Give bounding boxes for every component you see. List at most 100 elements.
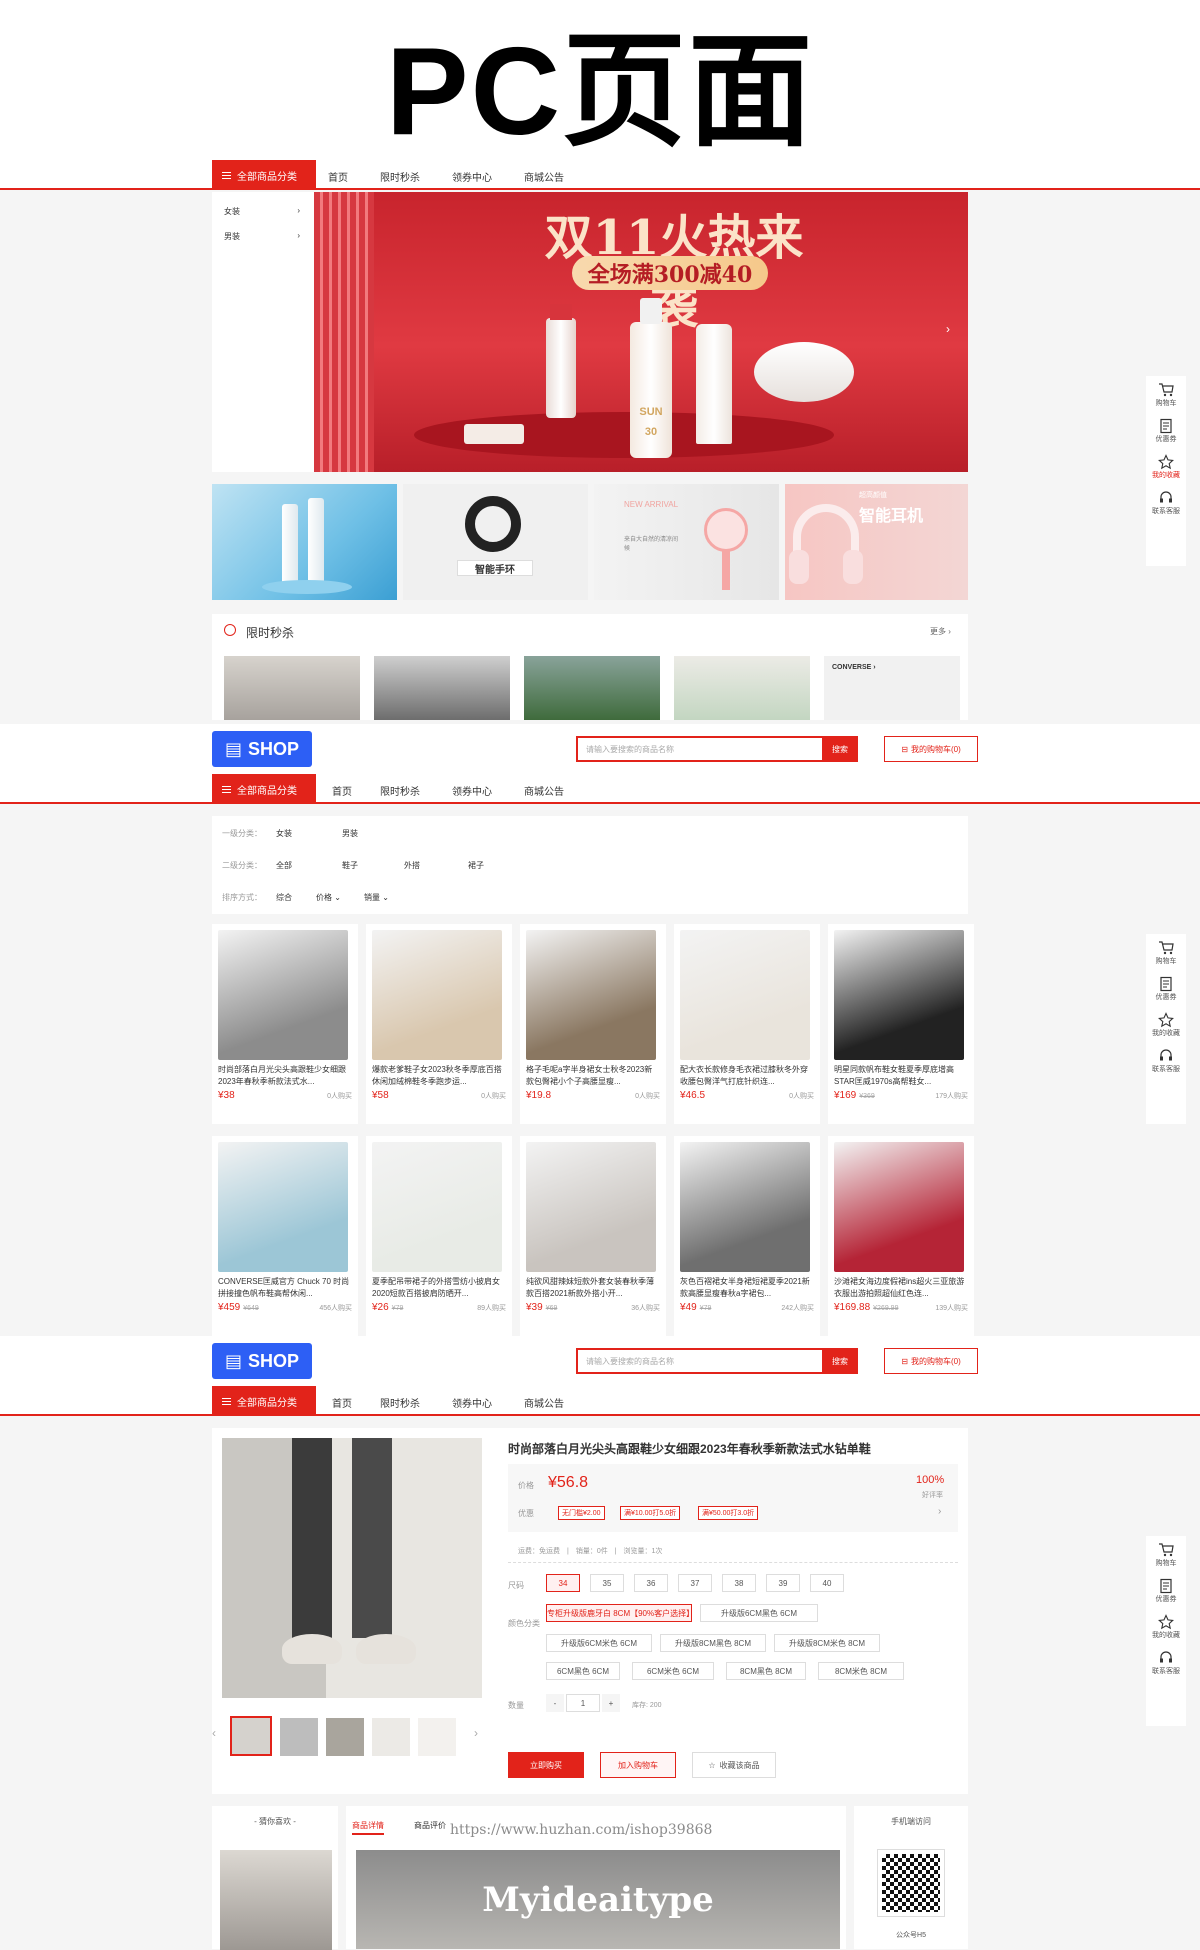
buy-now-button[interactable]: 立即购买	[508, 1752, 584, 1778]
sort-sales[interactable]: 销量 ⌄	[364, 892, 389, 903]
product-image[interactable]	[218, 1142, 348, 1272]
product-card[interactable]: 沙滩裙女海边度假裙ins超火三亚旅游衣服出游拍照超仙红色连... ¥169.88 ¥…	[828, 1136, 974, 1336]
product-name[interactable]: 纯欲风甜辣妹短款外套女装春秋季薄款百搭2021新款外搭小开...	[526, 1276, 660, 1300]
favorite-product-button[interactable]: ☆ 收藏该商品	[692, 1752, 776, 1778]
sidebar-favorites[interactable]: 我的收藏	[1152, 454, 1180, 480]
filter-women[interactable]: 女装	[276, 828, 292, 839]
product-image[interactable]	[526, 1142, 656, 1272]
thumbnail[interactable]	[280, 1718, 318, 1756]
product-image[interactable]	[834, 1142, 964, 1272]
nav-announcements[interactable]: 商城公告	[524, 1395, 564, 1410]
sort-price[interactable]: 价格 ⌄	[316, 892, 341, 903]
flash-item-image[interactable]	[524, 656, 660, 720]
sidebar-cart[interactable]: 购物车	[1156, 382, 1177, 408]
product-image[interactable]	[834, 930, 964, 1060]
thumbnail-selected[interactable]	[230, 1716, 272, 1756]
size-option[interactable]: 37	[678, 1574, 712, 1592]
sidebar-coupon[interactable]: 优惠券	[1156, 1578, 1177, 1604]
color-option[interactable]: 6CM黑色 6CM	[546, 1662, 620, 1680]
color-option[interactable]: 升级版6CM米色 6CM	[546, 1634, 652, 1652]
nav-home[interactable]: 首页	[332, 783, 352, 798]
chevron-right-icon[interactable]: ›	[938, 1506, 941, 1517]
flash-item-image[interactable]: CONVERSE ›	[824, 656, 960, 720]
sidebar-cart[interactable]: 购物车	[1156, 940, 1177, 966]
nav-coupon-center[interactable]: 领券中心	[452, 783, 492, 798]
flash-item-image[interactable]	[674, 656, 810, 720]
coupon-tag[interactable]: 满¥50.00打3.0折	[698, 1506, 759, 1520]
promo-card-fan[interactable]: NEW ARRIVAL 来自大自然的清凉间候	[594, 484, 779, 600]
category-item-women[interactable]: 女装 ›	[212, 192, 314, 217]
coupon-tag[interactable]: 满¥10.00打5.0折	[620, 1506, 681, 1520]
sidebar-coupon[interactable]: 优惠券	[1156, 418, 1177, 444]
color-option[interactable]: 8CM黑色 8CM	[726, 1662, 806, 1680]
color-option[interactable]: 8CM米色 8CM	[818, 1662, 904, 1680]
size-option[interactable]: 36	[634, 1574, 668, 1592]
sidebar-favorites[interactable]: 我的收藏	[1152, 1012, 1180, 1038]
filter-shoes[interactable]: 鞋子	[342, 860, 358, 871]
size-option[interactable]: 35	[590, 1574, 624, 1592]
qty-decrease-button[interactable]: -	[546, 1694, 564, 1712]
coupon-tag[interactable]: 无门槛¥2.00	[558, 1506, 605, 1520]
size-option[interactable]: 34	[546, 1574, 580, 1592]
thumbnail[interactable]	[418, 1718, 456, 1756]
category-item-men[interactable]: 男装 ›	[212, 217, 314, 242]
color-option[interactable]: 升级版8CM米色 8CM	[774, 1634, 880, 1652]
search-button[interactable]: 搜索	[822, 1348, 858, 1374]
product-card[interactable]: 明星同款帆布鞋女鞋夏季厚底增高STAR匡威1970s高帮鞋女... ¥169 ¥36…	[828, 924, 974, 1124]
filter-men[interactable]: 男装	[342, 828, 358, 839]
filter-skirts[interactable]: 裙子	[468, 860, 484, 871]
qty-input[interactable]: 1	[566, 1694, 600, 1712]
nav-flash-sale[interactable]: 限时秒杀	[380, 1395, 420, 1410]
thumb-next-arrow[interactable]: ›	[474, 1726, 478, 1740]
nav-flash-sale[interactable]: 限时秒杀	[380, 783, 420, 798]
filter-all[interactable]: 全部	[276, 860, 292, 871]
nav-home[interactable]: 首页	[328, 169, 348, 184]
product-name[interactable]: 配大衣长款修身毛衣裙过膝秋冬外穿收腰包臀洋气打底针织连...	[680, 1064, 814, 1088]
all-categories-button[interactable]: 全部商品分类	[212, 1386, 316, 1416]
my-cart-button[interactable]: ⊟ 我的购物车(0)	[884, 1348, 978, 1374]
flash-item-image[interactable]	[224, 656, 360, 720]
all-categories-button[interactable]: 全部商品分类	[212, 774, 316, 804]
promo-card-skincare[interactable]	[212, 484, 397, 600]
shop-logo[interactable]: ▤ SHOP	[212, 731, 312, 767]
product-image[interactable]	[218, 930, 348, 1060]
size-option[interactable]: 38	[722, 1574, 756, 1592]
product-name[interactable]: 明星同款帆布鞋女鞋夏季厚底增高STAR匡威1970s高帮鞋女...	[834, 1064, 968, 1088]
product-name[interactable]: 时尚部落白月光尖头高跟鞋少女细跟2023年春秋季新款法式水...	[218, 1064, 352, 1088]
thumb-prev-arrow[interactable]: ‹	[212, 1726, 216, 1740]
size-option[interactable]: 39	[766, 1574, 800, 1592]
tab-product-reviews[interactable]: 商品评价	[414, 1820, 446, 1831]
sidebar-coupon[interactable]: 优惠券	[1156, 976, 1177, 1002]
search-input[interactable]: 请输入要搜索的商品名称	[576, 1348, 824, 1374]
product-card[interactable]: 灰色百褶裙女半身裙短裙夏季2021新款高腰显瘦春秋a字裙包... ¥49 ¥79 24…	[674, 1136, 820, 1336]
color-option[interactable]: 升级版6CM黑色 6CM	[700, 1604, 818, 1622]
promo-card-smartband[interactable]: 智能手环	[403, 484, 588, 600]
my-cart-button[interactable]: ⊟ 我的购物车(0)	[884, 736, 978, 762]
search-input[interactable]: 请输入要搜索的商品名称	[576, 736, 824, 762]
product-card[interactable]: 夏季配吊带裙子的外搭雪纺小披肩女2020短款百搭披肩防晒开... ¥26 ¥79 89…	[366, 1136, 512, 1336]
recommend-item-image[interactable]	[220, 1850, 332, 1950]
hero-banner[interactable]: 双11火热来袭 全场满300减40 SUN 30 ›	[314, 192, 968, 472]
product-image[interactable]	[372, 930, 502, 1060]
sidebar-cart[interactable]: 购物车	[1156, 1542, 1177, 1568]
tab-product-details[interactable]: 商品详情	[352, 1820, 384, 1835]
sidebar-favorites[interactable]: 我的收藏	[1152, 1614, 1180, 1640]
product-name[interactable]: 沙滩裙女海边度假裙ins超火三亚旅游衣服出游拍照超仙红色连...	[834, 1276, 968, 1300]
color-option[interactable]: 6CM米色 6CM	[632, 1662, 714, 1680]
promo-card-headphones[interactable]: 超高颜值 智能耳机	[785, 484, 968, 600]
sidebar-support[interactable]: 联系客服	[1152, 1048, 1180, 1074]
product-card[interactable]: 格子毛呢a字半身裙女士秋冬2023新款包臀裙小个子高腰显瘦... ¥19.8 0人购…	[520, 924, 666, 1124]
flash-sale-more-link[interactable]: 更多 ›	[930, 626, 951, 637]
qty-increase-button[interactable]: +	[602, 1694, 620, 1712]
shop-logo[interactable]: ▤ SHOP	[212, 1343, 312, 1379]
product-card[interactable]: 时尚部落白月光尖头高跟鞋少女细跟2023年春秋季新款法式水... ¥38 0人购买	[212, 924, 358, 1124]
search-button[interactable]: 搜索	[822, 736, 858, 762]
nav-coupon-center[interactable]: 领券中心	[452, 169, 492, 184]
product-name[interactable]: 灰色百褶裙女半身裙短裙夏季2021新款高腰显瘦春秋a字裙包...	[680, 1276, 814, 1300]
sort-default[interactable]: 综合	[276, 892, 292, 903]
flash-item-image[interactable]	[374, 656, 510, 720]
product-name[interactable]: CONVERSE匡威官方 Chuck 70 时尚拼接撞色帆布鞋高帮休闲...	[218, 1276, 352, 1300]
banner-next-arrow[interactable]: ›	[946, 322, 950, 336]
product-card[interactable]: CONVERSE匡威官方 Chuck 70 时尚拼接撞色帆布鞋高帮休闲... ¥4…	[212, 1136, 358, 1336]
all-categories-button[interactable]: 全部商品分类	[212, 160, 316, 190]
